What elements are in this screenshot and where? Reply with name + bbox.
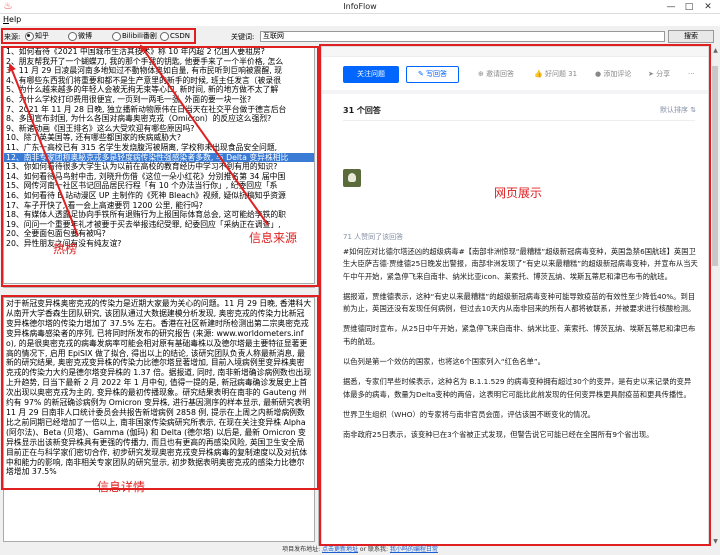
hot-list-annotation: 热榜 bbox=[53, 242, 78, 256]
status-mid: or 联系我: bbox=[358, 546, 390, 553]
title-bar: ♨ InfoFlow — □ ✕ bbox=[0, 0, 720, 14]
detail-annotation: 信息详情 bbox=[97, 480, 146, 494]
window-title: InfoFlow bbox=[343, 2, 377, 11]
contact-link[interactable]: 我小吗的编程日常 bbox=[390, 546, 438, 553]
horizontal-splitter[interactable] bbox=[3, 287, 315, 290]
scroll-thumb[interactable] bbox=[712, 66, 718, 266]
close-button[interactable]: ✕ bbox=[701, 1, 715, 13]
keyword-input[interactable]: 互联网 bbox=[260, 31, 665, 42]
menu-bar: Help bbox=[0, 14, 720, 26]
minimize-button[interactable]: — bbox=[664, 1, 678, 13]
search-button[interactable]: 搜索 bbox=[668, 30, 714, 43]
web-scrollbar[interactable]: ▲ ▼ bbox=[710, 46, 719, 546]
web-display-annotation: 网页展示 bbox=[494, 186, 543, 200]
project-link[interactable]: 点击更新地址 bbox=[322, 546, 358, 553]
status-bar: 项目发布地址: 点击更新地址 or 联系我: 我小吗的编程日常 bbox=[0, 545, 720, 555]
source-annotation: 信息来源 bbox=[249, 231, 298, 245]
hot-list-annotation-box bbox=[1, 46, 319, 287]
keyword-label: 关键词: bbox=[231, 33, 255, 41]
maximize-button[interactable]: □ bbox=[682, 1, 696, 13]
web-annotation-box bbox=[319, 44, 711, 546]
scroll-up-icon[interactable]: ▲ bbox=[711, 46, 720, 55]
detail-annotation-box bbox=[1, 295, 319, 490]
status-prefix: 项目发布地址: bbox=[282, 546, 322, 553]
source-annotation-box bbox=[1, 28, 196, 44]
menu-help[interactable]: Help bbox=[3, 15, 21, 24]
